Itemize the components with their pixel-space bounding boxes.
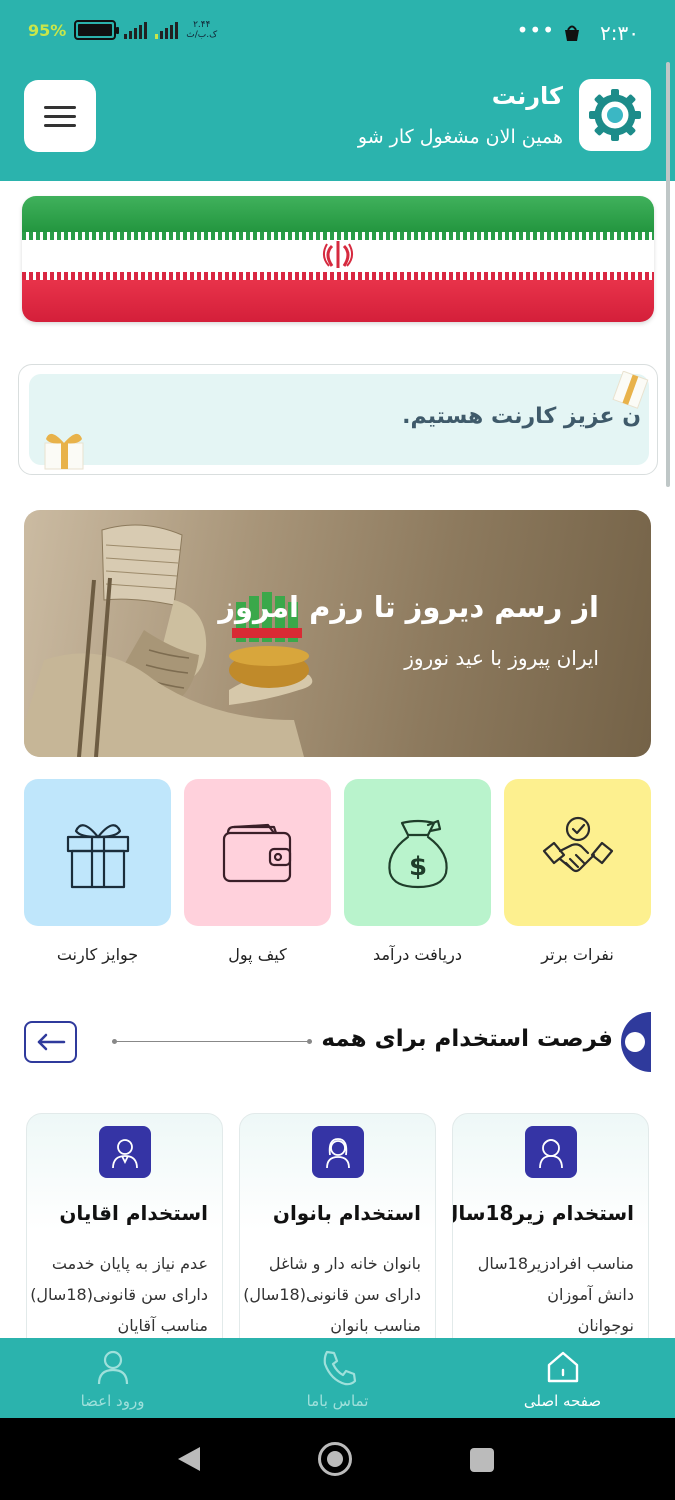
- status-time: ۲:۳۰: [600, 21, 639, 45]
- net-speed-value: ۲.۴۴: [193, 20, 211, 30]
- see-all-button[interactable]: [24, 1021, 77, 1063]
- banner-subtitle: ایران پیروز با عید نوروز: [404, 646, 599, 670]
- banner-title: از رسم دیروز تا رزم امروز: [218, 590, 599, 624]
- quick-action-wallet[interactable]: [184, 779, 331, 926]
- flag-white-band: [22, 232, 654, 280]
- phone-icon: [323, 1350, 357, 1386]
- app-subtitle: همین الان مشغول کار شو: [357, 126, 563, 148]
- woman-avatar-icon: [312, 1126, 364, 1178]
- gear-logo-icon: [589, 89, 641, 141]
- announcement-card: ن عزیز کارنت هستیم.: [18, 364, 658, 475]
- status-dots: •••: [516, 18, 555, 42]
- handshake-icon: [542, 816, 613, 872]
- job-detail: مناسب افرادزیر18سال: [477, 1254, 634, 1273]
- job-detail: بانوان خانه دار و شاغل: [268, 1254, 421, 1273]
- nav-login[interactable]: ورود اعضا: [0, 1338, 225, 1418]
- gift-decoration-icon: [44, 433, 84, 470]
- job-detail: دانش آموزان: [547, 1285, 634, 1304]
- nav-contact[interactable]: تماس باما: [225, 1338, 450, 1418]
- job-detail: دارای سن قانونی(18سال): [243, 1285, 421, 1304]
- job-detail: مناسب بانوان: [330, 1316, 421, 1335]
- app-title: کارنت: [491, 82, 563, 110]
- app-header: کارنت همین الان مشغول کار شو: [0, 66, 675, 181]
- scrollbar[interactable]: [666, 62, 670, 487]
- job-title: استخدام زیر18سال: [453, 1201, 634, 1225]
- quick-action-receive-income[interactable]: $: [344, 779, 491, 926]
- user-icon: [97, 1350, 129, 1385]
- wallet-icon: [222, 823, 291, 882]
- menu-icon-line: [44, 114, 76, 118]
- back-triangle-icon[interactable]: [176, 1445, 202, 1473]
- shopping-bag-icon: [565, 25, 579, 41]
- net-speed: ۲.۴۴ ک.ب/ث: [186, 20, 217, 40]
- status-left-group: 95% ۲.۴۴ ک.ب/ث: [28, 20, 217, 40]
- nowruz-promo-banner[interactable]: از رسم دیروز تا رزم امروز ایران پیروز با…: [24, 510, 651, 757]
- signal-4g-icon: [155, 21, 179, 39]
- quick-action-prizes[interactable]: [24, 779, 171, 926]
- quick-action-label: دریافت درآمد: [373, 945, 462, 964]
- menu-icon-line: [44, 105, 76, 109]
- job-detail: مناسب آقایان: [117, 1316, 208, 1335]
- nav-label: تماس باما: [306, 1392, 369, 1410]
- arrow-left-icon: [37, 1033, 65, 1051]
- job-title: استخدام بانوان: [272, 1201, 421, 1225]
- job-card-under18[interactable]: استخدام زیر18سال مناسب افرادزیر18سال دان…: [452, 1113, 649, 1373]
- nav-label: ورود اعضا: [80, 1392, 145, 1410]
- gift-decoration-icon: [612, 371, 649, 409]
- battery-percent: 95%: [28, 20, 67, 40]
- announcement-text: ن عزیز کارنت هستیم.: [402, 404, 641, 429]
- announcement-inner: ن عزیز کارنت هستیم.: [29, 374, 649, 465]
- home-circle-icon[interactable]: [318, 1442, 352, 1476]
- quick-action-top-people[interactable]: [504, 779, 651, 926]
- job-detail: عدم نیاز به پایان خدمت: [51, 1254, 208, 1273]
- recent-apps-icon[interactable]: [470, 1448, 494, 1472]
- nav-home[interactable]: صفحه اصلی: [450, 1338, 675, 1418]
- quick-action-label: کیف پول: [228, 945, 287, 964]
- signal-icon: [124, 21, 148, 39]
- home-icon: [547, 1351, 579, 1383]
- bottom-navigation: صفحه اصلی تماس باما ورود اعضا: [0, 1338, 675, 1418]
- status-bar: 95% ۲.۴۴ ک.ب/ث ••• ۲:۳۰: [0, 0, 675, 66]
- hamburger-menu-button[interactable]: [24, 80, 96, 152]
- app-logo: [579, 79, 651, 151]
- iran-emblem-icon: [323, 241, 353, 268]
- persian-relief-illustration: [24, 524, 313, 757]
- section-accent-marker: [621, 1012, 651, 1072]
- job-detail: نوجوانان: [577, 1316, 634, 1335]
- section-title: فرصت استخدام برای همه: [321, 1026, 613, 1052]
- net-speed-unit: ک.ب/ث: [186, 30, 218, 40]
- menu-icon-line: [44, 123, 76, 127]
- flag-kufic-border: [22, 272, 654, 280]
- flag-green-band: [22, 196, 654, 232]
- money-bag-icon: $: [387, 819, 448, 888]
- battery-icon: [74, 20, 120, 40]
- flag-red-band: [22, 280, 654, 322]
- teen-avatar-icon: [525, 1126, 577, 1178]
- gift-icon: [66, 823, 129, 888]
- system-navigation-bar: [0, 1418, 675, 1500]
- job-title: استخدام اقایان: [59, 1201, 208, 1225]
- quick-action-label: جوایز کارنت: [56, 945, 139, 964]
- nav-label: صفحه اصلی: [523, 1392, 602, 1410]
- quick-action-label: نفرات برتر: [541, 945, 614, 964]
- job-card-women[interactable]: استخدام بانوان بانوان خانه دار و شاغل دا…: [239, 1113, 436, 1373]
- app-top-bar: 95% ۲.۴۴ ک.ب/ث ••• ۲:۳۰ کارنت همین الان …: [0, 0, 675, 181]
- job-detail: دارای سن قانونی(18سال): [30, 1285, 208, 1304]
- section-divider: [112, 1039, 312, 1044]
- job-card-men[interactable]: استخدام اقایان عدم نیاز به پایان خدمت دا…: [26, 1113, 223, 1373]
- svg-text:$: $: [408, 852, 426, 882]
- iran-flag-banner[interactable]: [22, 196, 654, 322]
- man-avatar-icon: [99, 1126, 151, 1178]
